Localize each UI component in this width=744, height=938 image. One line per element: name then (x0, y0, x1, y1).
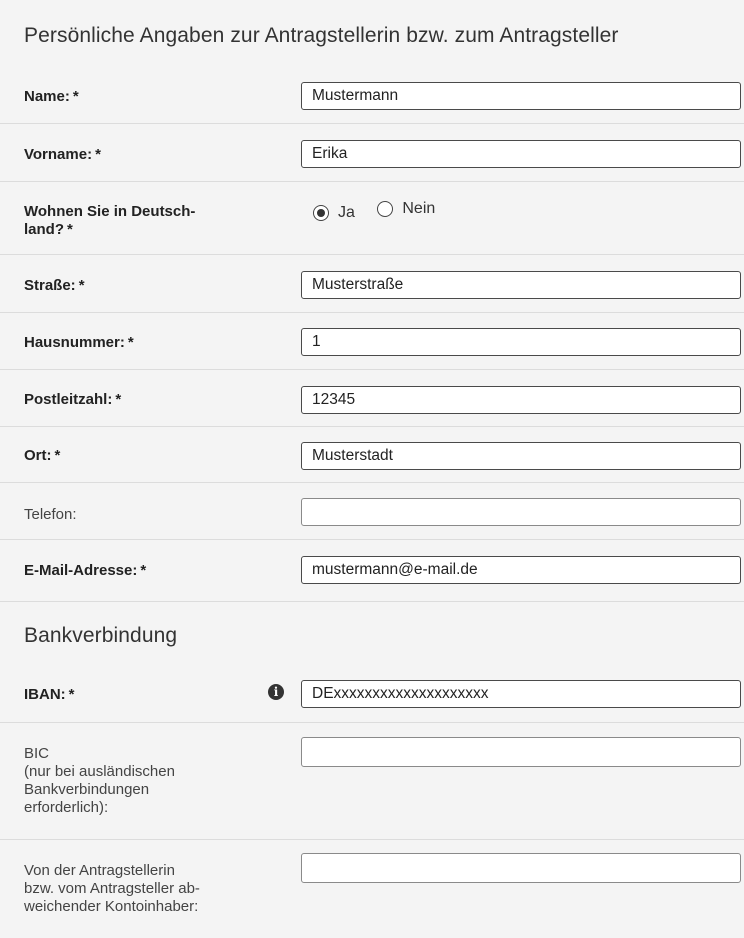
plz-label: Postleitzahl: * (24, 391, 122, 408)
telefon-input[interactable] (301, 498, 741, 526)
form-row-strasse: Straße: * (0, 255, 744, 313)
section-title-bank: Bankverbindung (24, 624, 178, 647)
radio-nein-circle[interactable] (377, 201, 394, 217)
form-row-wohnen: Wohnen Sie in Deutsch-land? * Ja Nein (0, 182, 744, 255)
vorname-label: Vorname: * (24, 146, 101, 163)
form-row-bic: BIC (nur bei ausländischen Bankverbindun… (0, 723, 744, 840)
radio-nein-label: Nein (402, 200, 436, 217)
wohnen-radio-group: Ja Nein (313, 200, 453, 222)
form-row-telefon: Telefon: (0, 483, 744, 540)
strasse-label: Straße: * (24, 277, 85, 294)
hausnummer-input[interactable] (301, 328, 741, 356)
form-row-vorname: Vorname: * (0, 124, 744, 182)
email-label: E-Mail-Adresse: * (24, 562, 147, 579)
ort-input[interactable] (301, 442, 741, 470)
strasse-input[interactable] (301, 271, 741, 299)
form-row-kontoinhaber: Von der Antragstellerin bzw. vom Antrags… (0, 840, 744, 938)
wohnen-label: Wohnen Sie in Deutsch-land? * (24, 203, 196, 238)
section-title-personal: Persönliche Angaben zur Antragstellerin … (24, 24, 619, 47)
iban-label: IBAN: * (24, 686, 75, 703)
telefon-label: Telefon: (24, 506, 77, 523)
plz-input[interactable] (301, 386, 741, 414)
name-input[interactable] (301, 82, 741, 110)
form-row-iban: IBAN: * i (0, 664, 744, 723)
info-icon[interactable]: i (268, 684, 284, 700)
form-row-hausnummer: Hausnummer: * (0, 313, 744, 370)
name-label: Name: * (24, 88, 79, 105)
kontoinhaber-input[interactable] (301, 853, 741, 883)
vorname-input[interactable] (301, 140, 741, 168)
form-row-name: Name: * (0, 66, 744, 124)
radio-ja-label: Ja (338, 204, 355, 221)
bic-label: BIC (nur bei ausländischen Bankverbindun… (24, 745, 175, 816)
hausnummer-label: Hausnummer: * (24, 334, 134, 351)
radio-ja-circle[interactable] (313, 205, 329, 221)
bic-input[interactable] (301, 737, 741, 767)
iban-input[interactable] (301, 680, 741, 708)
kontoinhaber-label: Von der Antragstellerin bzw. vom Antrags… (24, 862, 200, 915)
radio-ja[interactable]: Ja (313, 204, 355, 222)
form-row-plz: Postleitzahl: * (0, 370, 744, 427)
radio-nein[interactable]: Nein (377, 200, 435, 218)
ort-label: Ort: * (24, 447, 61, 464)
email-input[interactable] (301, 556, 741, 584)
form-row-email: E-Mail-Adresse: * (0, 540, 744, 602)
form-row-ort: Ort: * (0, 427, 744, 483)
